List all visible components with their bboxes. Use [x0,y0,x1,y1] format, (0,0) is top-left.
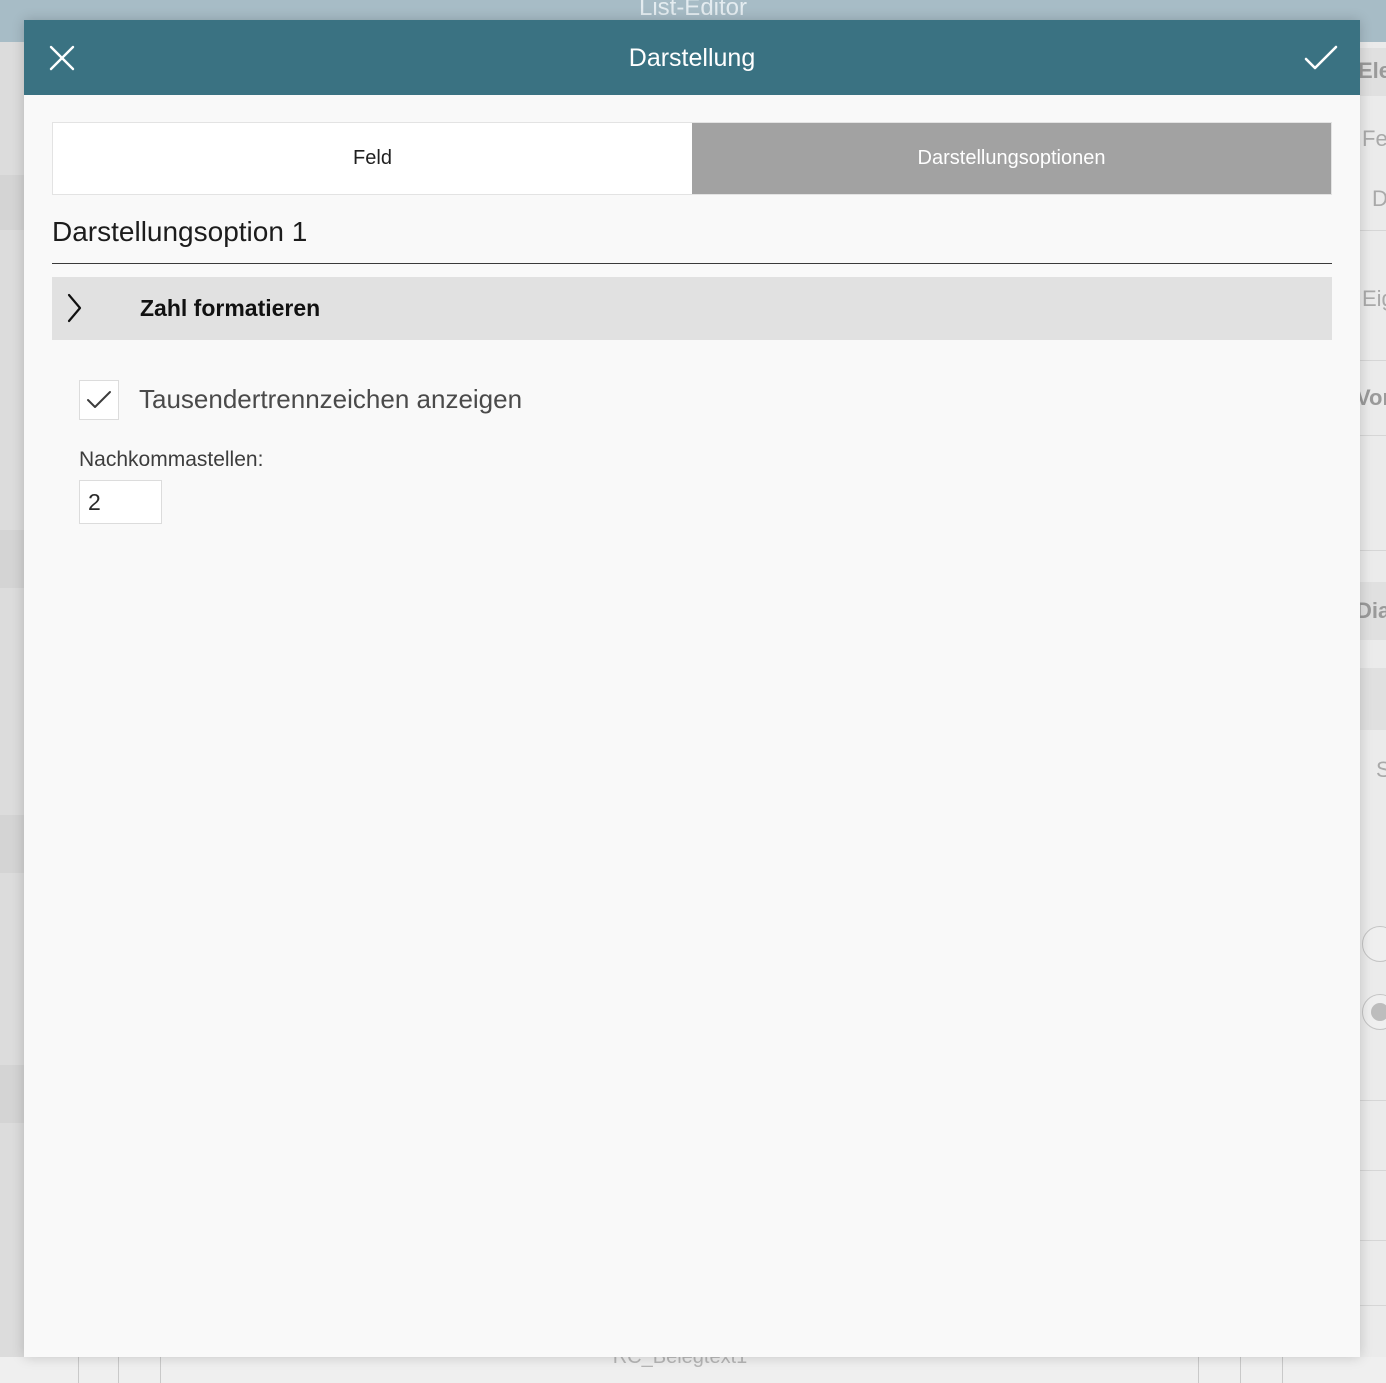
background-peek-text: Ele [1358,58,1386,83]
tab-feld[interactable]: Feld [53,123,692,194]
background-left-band [0,175,24,230]
background-divider [1360,360,1386,361]
background-band [1360,668,1386,730]
background-divider [1360,550,1386,551]
checkmark-icon [1304,45,1338,70]
decimal-places-label: Nachkommastellen: [79,448,264,471]
background-app-title: List-Editor [638,0,748,21]
background-divider [1360,435,1386,436]
background-divider [118,1357,119,1383]
dialog-header: Darstellung [24,20,1360,95]
background-peek-text: Eig [1362,286,1386,311]
background-divider [160,1357,161,1383]
accordion-zahl-formatieren[interactable]: Zahl formatieren [52,277,1332,340]
thousands-separator-checkbox[interactable] [79,380,119,420]
background-divider [1198,1357,1199,1383]
background-peek-text: S [1376,757,1386,782]
background-divider [1360,1170,1386,1171]
section-divider [52,263,1332,264]
tab-darstellungsoptionen[interactable]: Darstellungsoptionen [692,123,1331,194]
checkmark-icon [87,391,111,408]
background-divider [1360,1240,1386,1241]
thousands-separator-label[interactable]: Tausendertrennzeichen anzeigen [139,384,522,415]
background-divider [1360,1100,1386,1101]
accordion-label: Zahl formatieren [140,295,321,321]
tab-bar: Feld Darstellungsoptionen [52,122,1332,195]
background-peek-text: Fe [1362,126,1386,151]
decimal-places-input[interactable] [79,480,162,524]
background-peek-text: D [1372,186,1386,211]
background-peek-text: Vor [1356,385,1386,410]
background-left-band [0,1065,24,1123]
background-left-band [0,530,24,588]
background-divider [1282,1357,1283,1383]
darstellung-dialog: Darstellung Feld Darstellungsoptionen Da… [24,20,1360,1357]
background-divider [1360,1305,1386,1306]
dialog-title: Darstellung [628,44,756,72]
background-divider [1360,230,1386,231]
background-divider [1240,1357,1241,1383]
background-divider [78,1357,79,1383]
confirm-button[interactable] [1302,39,1340,77]
background-left-band [0,815,24,873]
chevron-right-icon [66,293,82,328]
background-peek-text: Dia [1356,598,1386,623]
section-title: Darstellungsoption 1 [52,216,308,247]
